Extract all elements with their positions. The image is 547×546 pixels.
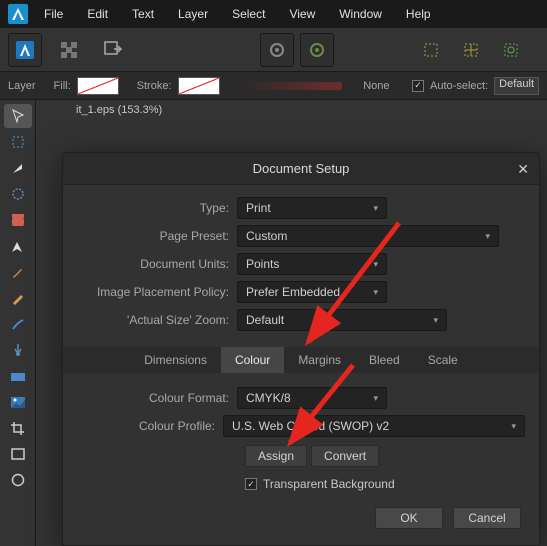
gear-green-icon xyxy=(308,41,326,59)
cancel-button[interactable]: Cancel xyxy=(453,507,521,529)
dialog-title: Document Setup xyxy=(253,161,350,176)
tab-colour[interactable]: Colour xyxy=(221,347,284,373)
actual-zoom-label: 'Actual Size' Zoom: xyxy=(77,313,237,327)
colour-format-label: Colour Format: xyxy=(77,391,237,405)
gear-icon xyxy=(268,41,286,59)
menu-window[interactable]: Window xyxy=(327,0,394,28)
close-icon[interactable]: ✕ xyxy=(517,161,529,178)
document-setup-dialog: Document Setup ✕ Type: Print▾ Page Prese… xyxy=(62,152,540,546)
actual-zoom-dropdown[interactable]: Default▾ xyxy=(237,309,447,331)
layer-label: Layer xyxy=(8,80,36,92)
units-label: Document Units: xyxy=(77,257,237,271)
menu-help[interactable]: Help xyxy=(394,0,443,28)
opacity-value: None xyxy=(356,80,390,92)
stroke-label: Stroke: xyxy=(137,80,172,92)
fill-label: Fill: xyxy=(54,80,71,92)
tab-bleed[interactable]: Bleed xyxy=(355,347,414,373)
colour-profile-label: Colour Profile: xyxy=(77,419,223,433)
snap-midpoints-button[interactable] xyxy=(454,33,488,67)
colour-format-dropdown[interactable]: CMYK/8▾ xyxy=(237,387,387,409)
crop-tool[interactable] xyxy=(4,416,32,440)
menu-layer[interactable]: Layer xyxy=(166,0,220,28)
transparent-bg-label: Transparent Background xyxy=(263,477,395,491)
persona-vector-button[interactable] xyxy=(8,33,42,67)
snap-key-button[interactable] xyxy=(494,33,528,67)
menu-view[interactable]: View xyxy=(277,0,327,28)
tab-margins[interactable]: Margins xyxy=(284,347,355,373)
autoselect-checkbox[interactable] xyxy=(412,80,424,92)
rectangle-tool[interactable] xyxy=(4,442,32,466)
paint-brush-tool[interactable] xyxy=(4,312,32,336)
fill-tool[interactable] xyxy=(4,338,32,362)
placement-dropdown[interactable]: Prefer Embedded▾ xyxy=(237,281,387,303)
assign-button[interactable]: Assign xyxy=(245,445,307,467)
chevron-down-icon: ▾ xyxy=(433,315,438,326)
menu-file[interactable]: File xyxy=(32,0,75,28)
persona-export-button[interactable] xyxy=(96,33,130,67)
menu-select[interactable]: Select xyxy=(220,0,277,28)
document-setup-button[interactable] xyxy=(300,33,334,67)
marquee-tool[interactable] xyxy=(4,130,32,154)
place-image-tool[interactable] xyxy=(4,390,32,414)
page-preset-dropdown[interactable]: Custom▾ xyxy=(237,225,499,247)
snap-bounds-button[interactable] xyxy=(414,33,448,67)
tab-dimensions[interactable]: Dimensions xyxy=(130,347,221,373)
type-dropdown[interactable]: Print▾ xyxy=(237,197,387,219)
colour-profile-dropdown[interactable]: U.S. Web Coated (SWOP) v2▾ xyxy=(223,415,525,437)
persona-pixel-button[interactable] xyxy=(52,33,86,67)
ellipse-tool[interactable] xyxy=(4,468,32,492)
autoselect-dropdown[interactable]: Default xyxy=(494,77,539,95)
app-logo xyxy=(4,0,32,28)
units-dropdown[interactable]: Points▾ xyxy=(237,253,387,275)
chevron-down-icon: ▾ xyxy=(373,393,378,404)
stroke-swatch[interactable] xyxy=(178,77,220,95)
move-tool[interactable] xyxy=(4,104,32,128)
pencil-tool[interactable] xyxy=(4,260,32,284)
chevron-down-icon: ▾ xyxy=(373,287,378,298)
autoselect-label: Auto-select: xyxy=(430,80,488,92)
page-preset-label: Page Preset: xyxy=(77,229,237,243)
preferences-button[interactable] xyxy=(260,33,294,67)
fill-swatch[interactable] xyxy=(77,77,119,95)
chevron-down-icon: ▾ xyxy=(511,421,516,432)
document-tab[interactable]: it_1.eps (153.3%) xyxy=(76,104,162,116)
chevron-down-icon: ▾ xyxy=(373,259,378,270)
chevron-down-icon: ▾ xyxy=(485,231,490,242)
point-transform-tool[interactable] xyxy=(4,182,32,206)
ok-button[interactable]: OK xyxy=(375,507,443,529)
menu-text[interactable]: Text xyxy=(120,0,166,28)
tab-scale[interactable]: Scale xyxy=(414,347,472,373)
opacity-slider[interactable] xyxy=(242,82,342,90)
transparency-tool[interactable] xyxy=(4,364,32,388)
pen-tool[interactable] xyxy=(4,234,32,258)
chevron-down-icon: ▾ xyxy=(373,203,378,214)
vector-brush-tool[interactable] xyxy=(4,286,32,310)
placement-label: Image Placement Policy: xyxy=(77,285,237,299)
node-tool[interactable] xyxy=(4,156,32,180)
corner-tool[interactable] xyxy=(4,208,32,232)
menu-edit[interactable]: Edit xyxy=(75,0,120,28)
transparent-bg-checkbox[interactable] xyxy=(245,478,257,490)
convert-button[interactable]: Convert xyxy=(311,445,379,467)
type-label: Type: xyxy=(77,201,237,215)
